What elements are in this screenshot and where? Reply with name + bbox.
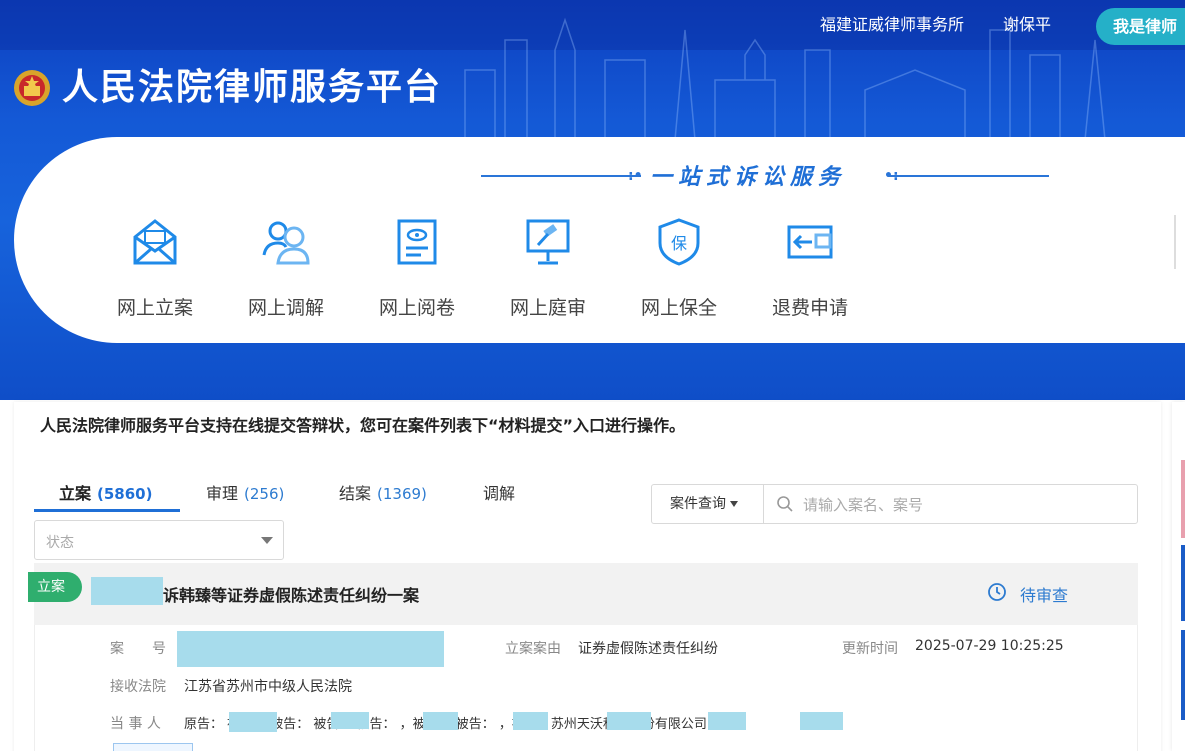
service-label: 网上调解	[247, 297, 324, 319]
case-status: 待审查	[1020, 586, 1069, 605]
tab-closed[interactable]: 结案 (1369)	[339, 480, 427, 504]
tab-label: 立案	[59, 484, 92, 503]
tab-count: (256)	[244, 485, 285, 503]
redacted-plaintiff	[91, 577, 163, 605]
case-title[interactable]: 诉韩臻等证券虚假陈述责任纠纷一案	[163, 582, 419, 606]
status-placeholder: 状态	[46, 535, 74, 551]
slogan-divider-left	[481, 175, 641, 177]
clock-icon	[988, 583, 1006, 601]
services-panel: :• 一站式诉讼服务 •: 网上立案 网上调解 网上阅卷	[14, 137, 1185, 343]
service-label: 网上保全	[640, 297, 717, 319]
document-eye-icon	[397, 219, 437, 265]
court-emblem-icon	[14, 70, 50, 106]
service-label: 网上立案	[116, 297, 193, 319]
slogan-dots-left: :•	[628, 168, 643, 184]
redacted-party	[607, 712, 651, 730]
tab-count: (5860)	[97, 485, 153, 503]
redacted-party	[229, 712, 277, 732]
tab-label: 结案	[339, 484, 372, 503]
tab-label: 调解	[483, 484, 516, 503]
gavel-screen-icon	[526, 219, 570, 265]
redacted-party	[331, 712, 369, 729]
party-label: 当 事 人	[110, 716, 161, 732]
search-icon	[777, 496, 793, 512]
slogan-divider-right	[889, 175, 1049, 177]
service-online-mediation[interactable]: 网上调解	[236, 217, 336, 320]
status-filter-select[interactable]: 状态	[34, 520, 284, 560]
cause-value: 证券虚假陈述责任纠纷	[578, 641, 718, 657]
shield-bao-icon: 保	[658, 218, 700, 266]
search-input[interactable]: 请输入案名、案号	[803, 494, 923, 515]
redacted-party	[708, 712, 746, 730]
tab-label: 审理	[206, 484, 239, 503]
user-firm-name: 福建证威律师事务所	[820, 15, 965, 34]
envelope-icon	[133, 219, 177, 265]
service-online-filing[interactable]: 网上立案	[105, 217, 205, 320]
service-slogan: 一站式诉讼服务	[650, 164, 847, 190]
caret-down-icon	[730, 501, 738, 507]
service-online-file-review[interactable]: 网上阅卷	[367, 217, 467, 320]
search-type-dropdown[interactable]: 案件查询	[652, 485, 764, 523]
updated-label: 更新时间	[842, 641, 898, 657]
redacted-party	[800, 712, 843, 730]
service-label: 网上庭审	[509, 297, 586, 319]
cause-label: 立案案由	[505, 641, 561, 657]
chevron-down-icon	[261, 537, 273, 544]
search-type-label: 案件查询	[670, 496, 726, 512]
panel-divider	[1174, 215, 1176, 269]
role-switch-button[interactable]: 我是律师	[1096, 8, 1185, 45]
tab-filing[interactable]: 立案 (5860)	[59, 480, 152, 504]
tab-mediation[interactable]: 调解	[483, 480, 515, 504]
redacted-case-number	[177, 631, 444, 667]
svg-text:保: 保	[671, 234, 687, 253]
right-side-tile-pink[interactable]	[1181, 460, 1185, 538]
refund-wallet-icon	[787, 225, 833, 259]
site-title: 人民法院律师服务平台	[62, 67, 443, 108]
court-label: 接收法院	[110, 679, 166, 695]
case-stage-tag: 立案	[28, 572, 82, 602]
case-search-box: 案件查询 请输入案名、案号	[651, 484, 1138, 524]
right-side-tile-blue-2[interactable]	[1181, 630, 1185, 720]
redacted-party	[513, 712, 548, 730]
service-online-hearing[interactable]: 网上庭审	[498, 217, 598, 320]
case-action-button[interactable]	[113, 743, 193, 751]
case-no-label: 案 号	[110, 641, 166, 657]
service-online-preservation[interactable]: 保 网上保全	[629, 217, 729, 320]
tab-trial[interactable]: 审理 (256)	[206, 480, 284, 504]
service-label: 网上阅卷	[378, 297, 455, 319]
service-refund-application[interactable]: 退费申请	[760, 217, 860, 320]
redacted-party	[423, 712, 458, 730]
updated-value: 2025-07-29 10:25:25	[915, 638, 1064, 654]
user-name[interactable]: 谢保平	[1003, 14, 1051, 36]
court-value: 江苏省苏州市中级人民法院	[184, 679, 352, 695]
service-label: 退费申请	[771, 297, 848, 319]
right-side-tile-blue[interactable]	[1181, 545, 1185, 621]
active-tab-underline	[34, 509, 180, 512]
notice-text: 人民法院律师服务平台支持在线提交答辩状，您可在案件列表下“材料提交”入口进行操作…	[40, 416, 686, 435]
people-icon	[262, 221, 310, 265]
tab-count: (1369)	[377, 485, 427, 503]
